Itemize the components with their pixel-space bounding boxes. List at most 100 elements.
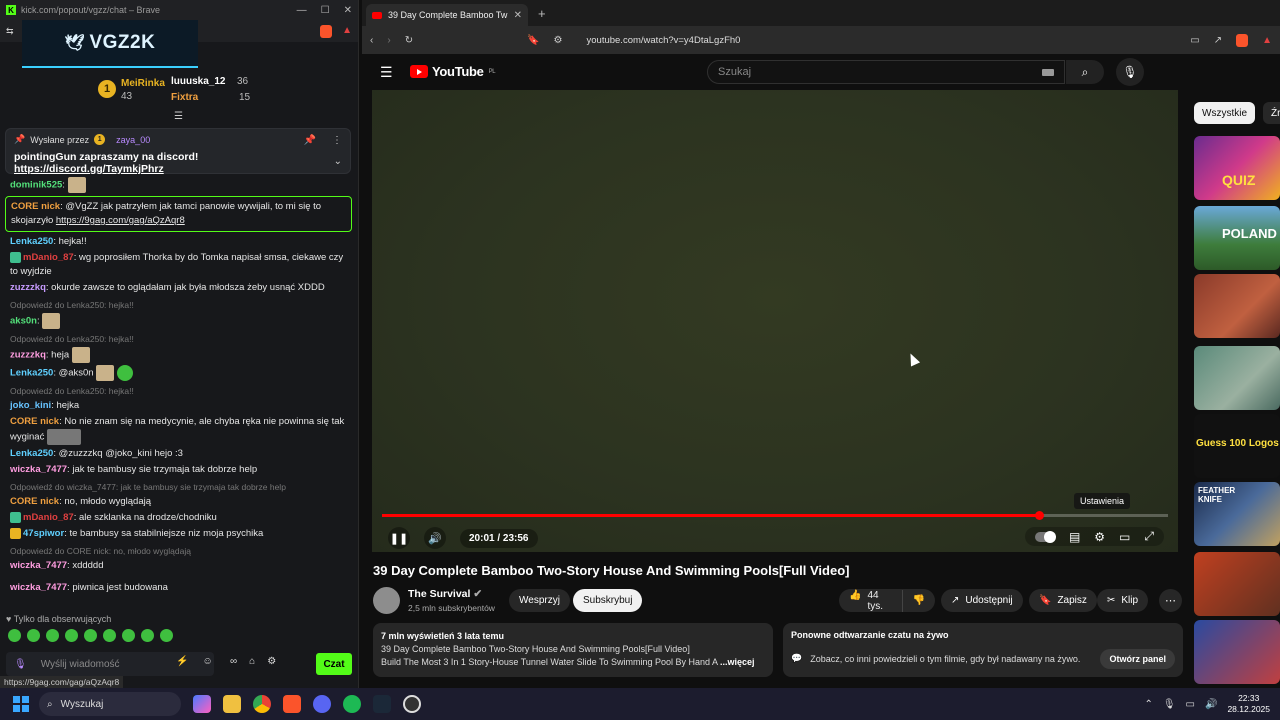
chat-username[interactable]: dominik525 <box>10 180 62 191</box>
emote-icon[interactable] <box>84 629 97 642</box>
emote-icon[interactable] <box>65 629 78 642</box>
settings-gear-icon[interactable]: ⚙ <box>1094 530 1105 544</box>
settings-icon[interactable]: ⚙ <box>267 656 276 667</box>
emote-icon[interactable] <box>141 629 154 642</box>
chrome-icon[interactable] <box>253 695 271 713</box>
subscribe-button[interactable]: Subskrybuj <box>573 589 643 612</box>
site-info-icon[interactable]: ⚙ <box>554 35 563 46</box>
more-actions-button[interactable]: ⋯ <box>1159 589 1182 612</box>
voice-search-button[interactable]: 🎙 <box>1116 58 1144 86</box>
tab-youtube[interactable]: 39 Day Complete Bamboo Tw ✕ <box>366 4 528 26</box>
bookmark-icon[interactable]: 🔖 <box>527 35 539 46</box>
emote-icon[interactable] <box>160 629 173 642</box>
scrubber-handle[interactable] <box>1035 511 1045 520</box>
search-button[interactable]: ⌕ <box>1066 60 1104 84</box>
video-thumbnail[interactable]: POLAND <box>1194 206 1280 270</box>
chat-username[interactable]: zuzzzkq <box>10 350 46 361</box>
emote-icon[interactable] <box>122 629 135 642</box>
leader-first-name[interactable]: MeiRinka <box>121 78 165 89</box>
file-explorer-icon[interactable] <box>223 695 241 713</box>
fullscreen-icon[interactable]: ⤢ <box>1144 529 1154 544</box>
close-tab-icon[interactable]: ✕ <box>514 10 522 21</box>
chat-username[interactable]: Lenka250 <box>10 448 53 459</box>
volume-button[interactable]: 🔊 <box>424 527 446 549</box>
network-icon[interactable]: ▭ <box>1186 699 1195 710</box>
leader-second-name[interactable]: luuuska_12 <box>171 76 225 87</box>
spotify-icon[interactable] <box>343 695 361 713</box>
menu-icon[interactable]: ☰ <box>380 64 393 81</box>
open-panel-button[interactable]: Otwórz panel <box>1100 649 1175 669</box>
chat-username[interactable]: wiczka_7477 <box>10 582 67 593</box>
leader-third-name[interactable]: Fixtra <box>171 92 198 103</box>
reload-icon[interactable]: ↻ <box>405 35 413 46</box>
command-icon[interactable]: ⚡ <box>176 656 188 667</box>
start-button[interactable] <box>13 696 29 712</box>
forward-icon[interactable]: › <box>387 35 390 46</box>
swap-icon[interactable]: ⇆ <box>6 26 14 37</box>
copilot-icon[interactable] <box>193 695 211 713</box>
chat-username[interactable]: wiczka_7477 <box>10 464 67 475</box>
share-icon[interactable]: ↗ <box>1214 35 1222 46</box>
progress-bar[interactable] <box>382 511 1168 520</box>
chat-username[interactable]: joko_kini <box>10 400 51 411</box>
save-button[interactable]: 🔖 Zapisz <box>1029 589 1097 612</box>
support-button[interactable]: Wesprzyj <box>509 589 570 612</box>
chat-username[interactable]: aks0n <box>10 316 37 327</box>
like-button[interactable]: 👍 44 tys. <box>839 589 903 612</box>
search-input[interactable]: Szukaj <box>707 60 1065 84</box>
url-field[interactable]: youtube.com/watch?v=y4DtaLgzFh0 <box>587 35 1177 46</box>
brave-shield-icon[interactable] <box>320 24 333 38</box>
chat-username[interactable]: zuzzzkq <box>10 282 46 293</box>
emote-icon[interactable] <box>8 629 21 642</box>
close-button[interactable]: ✕ <box>344 5 352 16</box>
back-icon[interactable]: ‹ <box>370 35 373 46</box>
emote-icon[interactable] <box>103 629 116 642</box>
brave-rewards-icon[interactable]: ▲ <box>342 25 352 38</box>
emote-icon[interactable] <box>27 629 40 642</box>
new-tab-button[interactable]: + <box>538 6 546 21</box>
dislike-button[interactable]: 👎 <box>903 595 935 606</box>
clip-button[interactable]: ✂ Klip <box>1097 589 1149 612</box>
video-thumbnail[interactable] <box>1194 274 1280 338</box>
brave-icon[interactable] <box>283 695 301 713</box>
maximize-button[interactable]: ☐ <box>321 5 330 16</box>
chip-source[interactable]: Źró <box>1263 102 1280 124</box>
chat-username[interactable]: mDanio_87 <box>23 252 74 263</box>
brave-shield-icon[interactable] <box>1236 33 1249 47</box>
show-more-link[interactable]: ...więcej <box>720 657 755 667</box>
channel-avatar[interactable] <box>373 587 400 614</box>
chat-username[interactable]: CORE nick <box>10 496 59 507</box>
taskbar-search[interactable]: ⌕ Wyszukaj <box>39 692 181 716</box>
unpin-icon[interactable]: 📌 <box>304 135 316 146</box>
emote-icon[interactable] <box>46 629 59 642</box>
keyboard-icon[interactable] <box>1042 68 1054 76</box>
pinned-sender[interactable]: zaya_00 <box>116 135 150 145</box>
chevron-up-icon[interactable]: ⌃ <box>1144 699 1152 710</box>
youtube-logo[interactable]: YouTube PL <box>410 64 496 79</box>
video-thumbnail[interactable] <box>1194 552 1280 616</box>
send-chat-button[interactable]: Czat <box>316 653 352 675</box>
chat-username[interactable]: 47spiwor <box>23 528 64 539</box>
chat-username[interactable]: Lenka250 <box>10 368 53 379</box>
chat-username[interactable]: CORE nick <box>11 201 60 212</box>
theater-mode-icon[interactable]: ▭ <box>1119 530 1130 544</box>
chat-username[interactable]: CORE nick <box>10 416 59 427</box>
description-box[interactable]: 7 mln wyświetleń 3 lata temu 39 Day Comp… <box>373 623 773 677</box>
pause-button[interactable]: ❚❚ <box>388 527 410 549</box>
discord-icon[interactable] <box>313 695 331 713</box>
minimize-button[interactable]: — <box>297 5 307 16</box>
video-thumbnail[interactable]: FEATHER KNIFE <box>1194 482 1280 546</box>
chat-username[interactable]: Lenka250 <box>10 236 53 247</box>
channel-name[interactable]: The Survival ✔ <box>408 588 482 600</box>
filter-icon[interactable]: ☰ <box>174 111 183 122</box>
volume-icon[interactable]: 🔊 <box>1205 699 1217 710</box>
video-thumbnail[interactable] <box>1194 346 1280 410</box>
microphone-icon[interactable]: 🎙 <box>14 659 27 670</box>
brave-rewards-icon[interactable]: ▲ <box>1262 35 1272 46</box>
pinned-link[interactable]: https://discord.gg/TaymkjPhrz <box>14 163 164 175</box>
chevron-down-icon[interactable]: ⌄ <box>334 156 342 167</box>
subtitles-icon[interactable]: ▤ <box>1069 530 1080 544</box>
chat-username[interactable]: wiczka_7477 <box>10 560 67 571</box>
chat-link[interactable]: https://9gag.com/gag/aQzAqr8 <box>56 215 185 226</box>
more-options-icon[interactable]: ⋮ <box>332 135 342 146</box>
